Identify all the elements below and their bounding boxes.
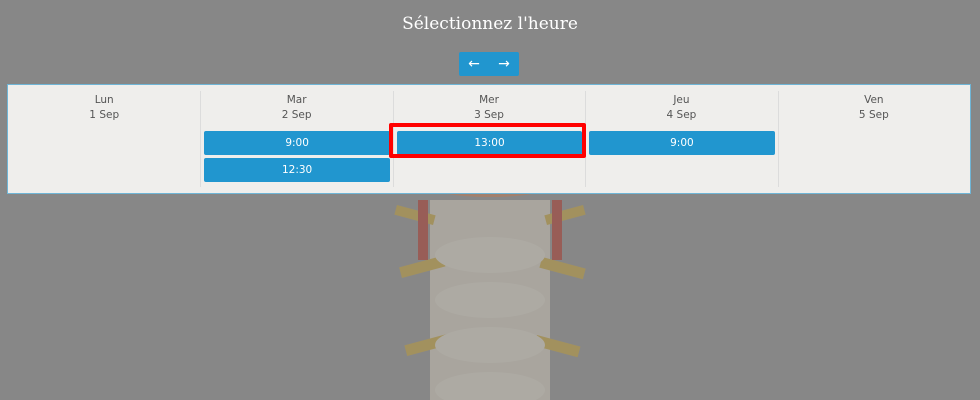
previous-week-button[interactable]: ← (459, 52, 489, 76)
week-navigation: ← → (459, 52, 519, 76)
arrow-left-icon: ← (468, 56, 480, 72)
day-weekday: Ven (864, 94, 884, 106)
day-weekday: Mer (479, 94, 499, 106)
day-column-mar: Mar 2 Sep 9:00 12:30 (200, 85, 392, 193)
day-date: 5 Sep (858, 109, 889, 121)
day-weekday: Mar (286, 94, 307, 106)
day-column-lun: Lun 1 Sep (8, 85, 200, 193)
day-date: 4 Sep (666, 109, 697, 121)
arrow-right-icon: → (498, 56, 510, 72)
time-slot-button[interactable]: 9:00 (204, 131, 390, 155)
day-column-ven: Ven 5 Sep (777, 85, 970, 193)
day-weekday: Jeu (673, 94, 690, 106)
day-column-jeu: Jeu 4 Sep 9:00 (585, 85, 777, 193)
day-date: 3 Sep (474, 109, 504, 121)
time-slot-button[interactable]: 9:00 (589, 131, 775, 155)
selection-highlight (389, 123, 586, 158)
day-weekday: Lun (94, 94, 114, 106)
day-date: 2 Sep (281, 109, 312, 121)
next-week-button[interactable]: → (489, 52, 519, 76)
page-title: Sélectionnez l'heure (402, 14, 578, 34)
time-slot-button[interactable]: 12:30 (204, 158, 390, 182)
day-date: 1 Sep (89, 109, 120, 121)
